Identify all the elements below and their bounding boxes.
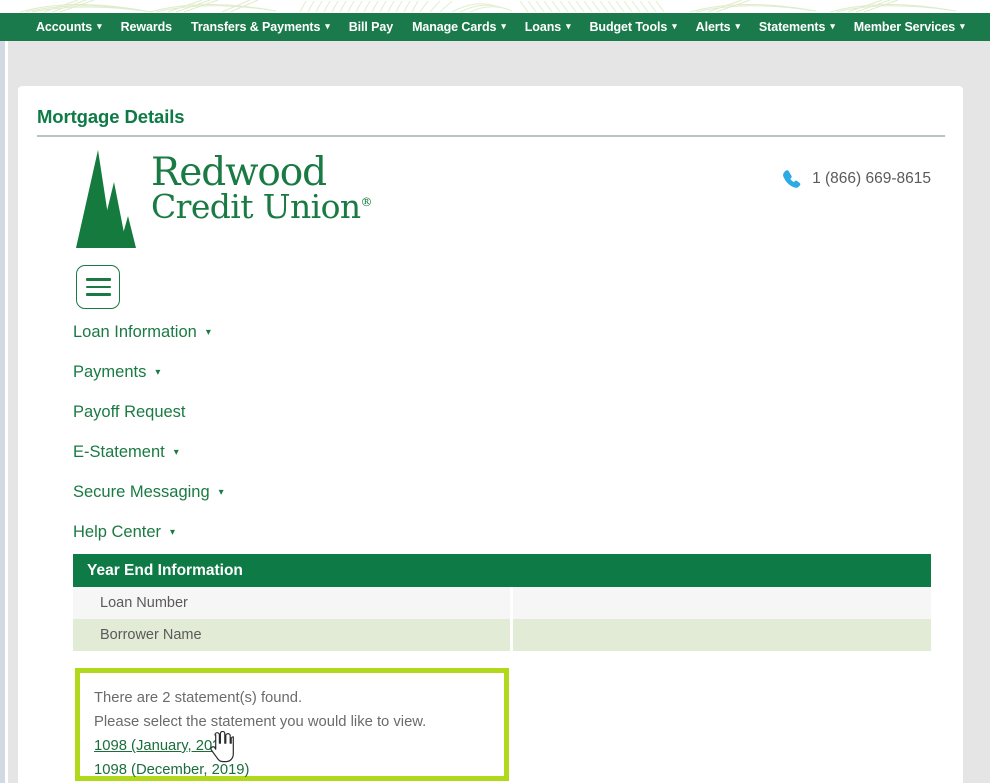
chevron-down-icon: ▾ (97, 20, 102, 31)
nav-item-rewards[interactable]: Rewards (120, 19, 173, 34)
screen: Accounts ▾ Rewards Transfers & Payments … (0, 0, 990, 783)
nav-item-member-services[interactable]: Member Services ▾ (854, 21, 965, 34)
menu-item-payments[interactable]: Payments ▾ (73, 352, 393, 392)
table-cell-label: Borrower Name (100, 627, 202, 643)
chevron-down-icon: ▾ (205, 327, 211, 338)
support-phone[interactable]: 1 (866) 669-8615 (781, 168, 931, 190)
menu-item-label: E-Statement (73, 443, 165, 461)
chevron-down-icon: ▾ (672, 20, 677, 31)
column-separator (510, 587, 513, 619)
nav-item-label: Loans (524, 19, 562, 34)
nav-item-label: Rewards (120, 19, 173, 34)
statements-found-text: There are 2 statement(s) found. (94, 690, 303, 706)
registered-mark: ® (360, 195, 373, 210)
chevron-down-icon: ▾ (155, 367, 161, 378)
hamburger-icon-bar (85, 277, 111, 281)
chevron-down-icon: ▾ (735, 20, 741, 31)
menu-item-label: Help Center (73, 523, 162, 541)
table-header: Year End Information (73, 554, 931, 587)
brand-logo[interactable]: Redwood Credit Union® (73, 148, 373, 252)
nav-item-alerts[interactable]: Alerts ▾ (696, 21, 740, 34)
decorative-swoosh-band (0, 0, 990, 13)
statement-link-1098-december-2019[interactable]: 1098 (December, 2019) (94, 758, 249, 782)
hamburger-icon-bar (85, 285, 111, 289)
menu-toggle-button[interactable] (76, 265, 120, 309)
menu-item-secure-messaging[interactable]: Secure Messaging ▾ (73, 472, 393, 512)
nav-item-label: Bill Pay (348, 19, 394, 34)
menu-item-help-center[interactable]: Help Center ▾ (73, 512, 393, 552)
global-navigation-bar[interactable]: Accounts ▾ Rewards Transfers & Payments … (0, 13, 990, 41)
loan-sidebar-menu: Loan Information ▾ Payments ▾ Payoff Req… (73, 312, 393, 552)
column-separator (510, 619, 513, 651)
nav-item-budget-tools[interactable]: Budget Tools ▾ (590, 21, 677, 34)
brand-line-2: Credit Union® (151, 187, 373, 227)
nav-item-accounts[interactable]: Accounts ▾ (36, 21, 102, 34)
statement-selection-box: There are 2 statement(s) found. Please s… (75, 668, 509, 781)
chevron-down-icon: ▾ (830, 20, 835, 31)
nav-item-transfers-payments[interactable]: Transfers & Payments ▾ (191, 21, 330, 34)
chevron-down-icon: ▾ (501, 20, 506, 31)
phone-number: 1 (866) 669-8615 (812, 170, 931, 187)
nav-item-label: Transfers & Payments (190, 19, 321, 34)
title-divider (37, 135, 945, 137)
right-rail (963, 41, 990, 783)
nav-item-label: Member Services (853, 19, 956, 34)
menu-item-label: Loan Information (73, 323, 197, 341)
nav-item-label: Statements (758, 19, 826, 34)
nav-item-label: Accounts (36, 19, 93, 34)
chevron-down-icon: ▾ (170, 527, 176, 538)
menu-item-e-statement[interactable]: E-Statement ▾ (73, 432, 393, 472)
year-end-information-table: Year End Information Loan Number Borrowe… (73, 554, 931, 651)
menu-item-label: Payoff Request (73, 403, 186, 421)
brand-wordmark: Redwood Credit Union® (151, 150, 373, 227)
content-card: Mortgage Details Redwood Credit Union® 1… (18, 86, 963, 783)
phone-icon (783, 170, 801, 188)
statement-link-1098-january-2021[interactable]: 1098 (January, 2021) (94, 734, 234, 758)
chevron-down-icon: ▾ (960, 20, 965, 31)
nav-item-label: Budget Tools (589, 19, 668, 34)
chevron-down-icon: ▾ (218, 487, 224, 498)
redwood-trees-icon (76, 150, 136, 248)
nav-item-label: Alerts (695, 19, 731, 34)
menu-item-label: Payments (73, 363, 147, 381)
chevron-down-icon: ▾ (173, 447, 179, 458)
nav-item-label: Manage Cards (412, 19, 497, 34)
chevron-down-icon: ▾ (325, 20, 330, 31)
page-title: Mortgage Details (37, 106, 185, 127)
brand-line-1: Redwood (151, 150, 327, 195)
menu-item-payoff-request[interactable]: Payoff Request (73, 392, 393, 432)
left-rail-inner (5, 41, 8, 783)
nav-item-bill-pay[interactable]: Bill Pay (349, 21, 393, 34)
table-row: Loan Number (73, 587, 931, 619)
menu-item-label: Secure Messaging (73, 483, 210, 501)
menu-item-loan-information[interactable]: Loan Information ▾ (73, 312, 393, 352)
chevron-down-icon: ▾ (566, 20, 571, 31)
table-cell-label: Loan Number (100, 595, 188, 611)
hamburger-icon-bar (85, 293, 111, 297)
statements-instruction-text: Please select the statement you would li… (94, 714, 427, 730)
nav-item-loans[interactable]: Loans ▾ (525, 21, 571, 34)
nav-item-manage-cards[interactable]: Manage Cards ▾ (412, 21, 506, 34)
nav-item-statements[interactable]: Statements ▾ (759, 21, 835, 34)
table-row: Borrower Name (73, 619, 931, 651)
